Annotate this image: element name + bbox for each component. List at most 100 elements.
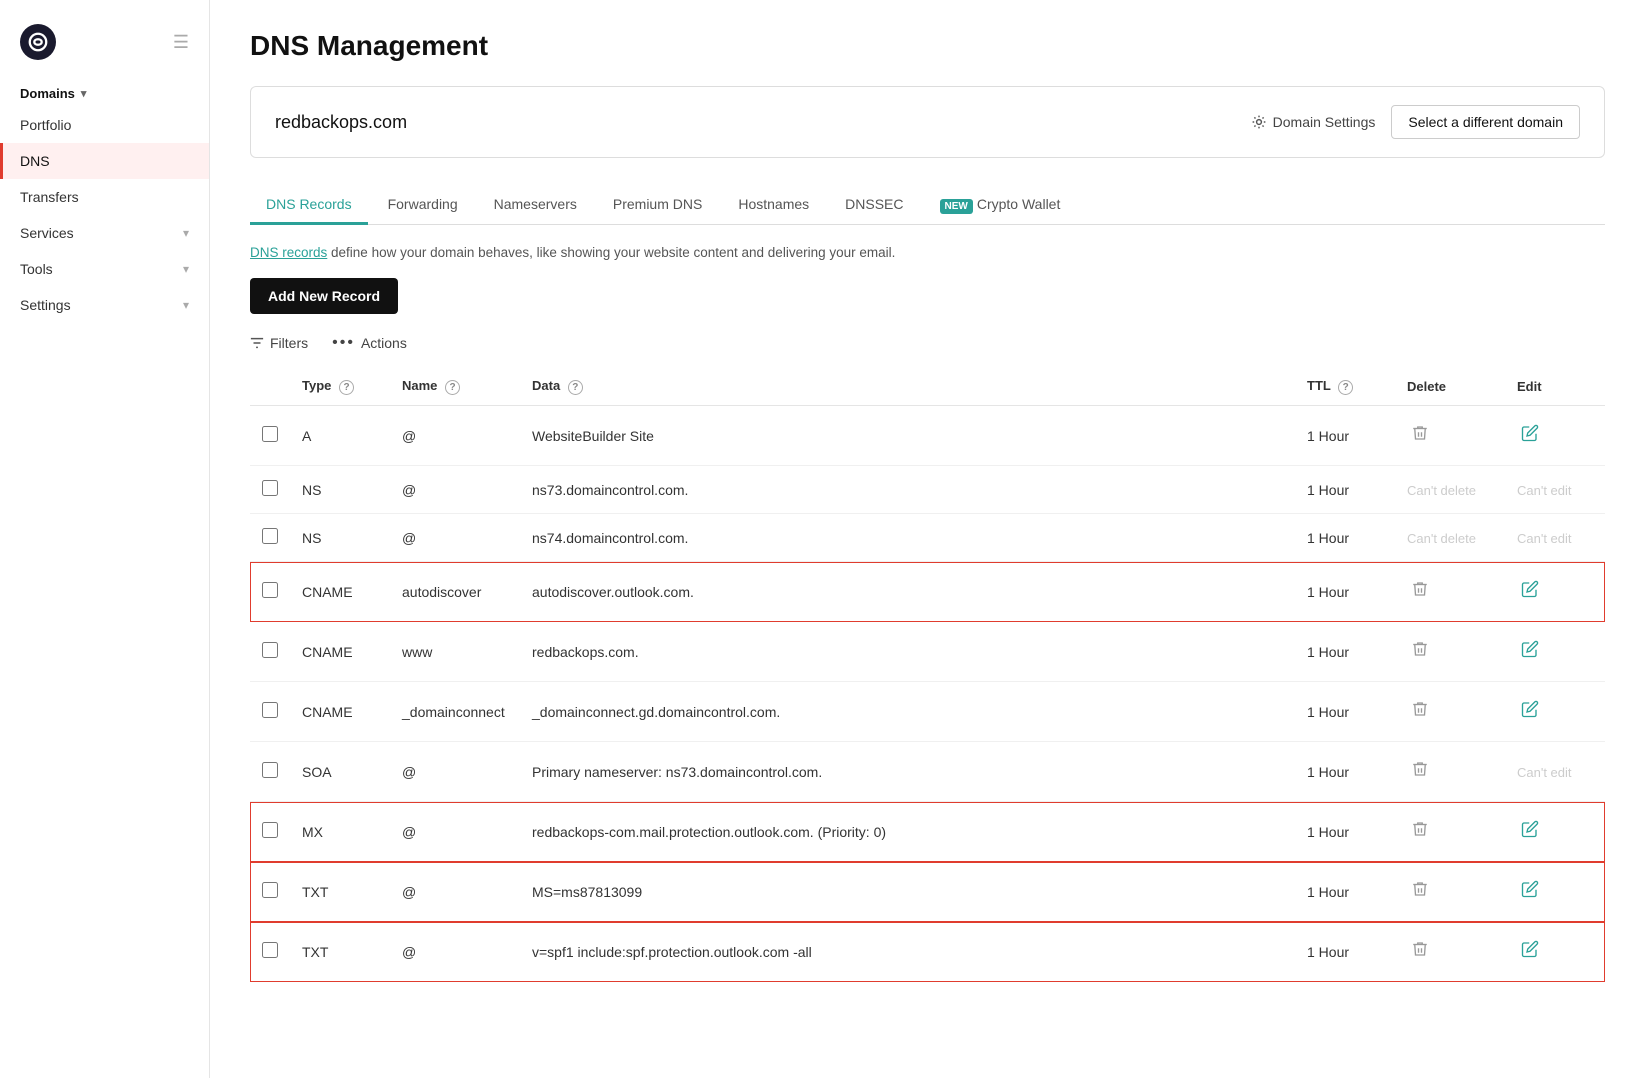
actions-dots-icon: ••• [332,334,355,352]
delete-button[interactable] [1407,816,1433,847]
row-checkbox[interactable] [262,642,278,658]
row-checkbox[interactable] [262,822,278,838]
settings-chevron-icon: ▾ [183,298,189,312]
cell-data: autodiscover.outlook.com. [520,562,1295,622]
cell-ttl: 1 Hour [1295,466,1395,514]
cell-data: MS=ms87813099 [520,862,1295,922]
row-checkbox[interactable] [262,480,278,496]
cell-name: _domainconnect [390,682,520,742]
cell-data: v=spf1 include:spf.protection.outlook.co… [520,922,1295,982]
cell-ttl: 1 Hour [1295,682,1395,742]
filters-bar: Filters ••• Actions [250,334,1605,352]
cell-data: redbackops.com. [520,622,1295,682]
sidebar: ☰ Domains ▾ Portfolio DNS Transfers Serv… [0,0,210,1078]
tab-nameservers[interactable]: Nameservers [478,186,593,225]
edit-button[interactable] [1517,876,1543,907]
table-header-row: Type ? Name ? Data ? TTL ? Delete Edit [250,368,1605,406]
delete-button[interactable] [1407,420,1433,451]
row-checkbox[interactable] [262,528,278,544]
cell-type: TXT [290,922,390,982]
th-ttl: TTL ? [1295,368,1395,406]
domain-name: redbackops.com [275,112,407,133]
cell-ttl: 1 Hour [1295,622,1395,682]
tab-label: Forwarding [388,196,458,212]
cell-delete [1395,922,1505,982]
cell-delete [1395,862,1505,922]
sidebar-item-dns[interactable]: DNS [0,143,209,179]
cell-name: @ [390,922,520,982]
row-checkbox[interactable] [262,762,278,778]
tab-crypto-wallet[interactable]: NEWCrypto Wallet [924,186,1077,225]
delete-button[interactable] [1407,696,1433,727]
delete-button[interactable] [1407,576,1433,607]
type-help-icon[interactable]: ? [339,380,354,395]
sidebar-item-services[interactable]: Services ▾ [0,215,209,251]
cant-edit-label: Can't edit [1517,483,1572,498]
sidebar-collapse-icon[interactable]: ☰ [173,32,189,53]
th-edit: Edit [1505,368,1605,406]
tab-label: Premium DNS [613,196,702,212]
cell-name: @ [390,802,520,862]
cell-type: SOA [290,742,390,802]
edit-button[interactable] [1517,936,1543,967]
delete-button[interactable] [1407,756,1433,787]
cant-delete-label: Can't delete [1407,483,1476,498]
delete-button[interactable] [1407,936,1433,967]
edit-button[interactable] [1517,636,1543,667]
th-name: Name ? [390,368,520,406]
services-chevron-icon: ▾ [183,226,189,240]
table-row: TXT@v=spf1 include:spf.protection.outloo… [250,922,1605,982]
data-help-icon[interactable]: ? [568,380,583,395]
add-new-record-button[interactable]: Add New Record [250,278,398,314]
tab-forwarding[interactable]: Forwarding [372,186,474,225]
cell-data: redbackops-com.mail.protection.outlook.c… [520,802,1295,862]
cell-name: @ [390,406,520,466]
tab-hostnames[interactable]: Hostnames [722,186,825,225]
row-checkbox[interactable] [262,582,278,598]
cell-data: ns73.domaincontrol.com. [520,466,1295,514]
edit-button[interactable] [1517,696,1543,727]
table-row: CNAMEautodiscoverautodiscover.outlook.co… [250,562,1605,622]
row-checkbox[interactable] [262,882,278,898]
filters-button[interactable]: Filters [250,335,308,351]
tab-premium-dns[interactable]: Premium DNS [597,186,718,225]
cell-data: Primary nameserver: ns73.domaincontrol.c… [520,742,1295,802]
delete-button[interactable] [1407,876,1433,907]
row-checkbox[interactable] [262,702,278,718]
dns-records-link[interactable]: DNS records [250,245,327,260]
delete-button[interactable] [1407,636,1433,667]
actions-button[interactable]: ••• Actions [332,334,407,352]
sidebar-section-domains[interactable]: Domains ▾ [0,80,209,107]
sidebar-item-tools[interactable]: Tools ▾ [0,251,209,287]
sidebar-item-transfers[interactable]: Transfers [0,179,209,215]
th-delete: Delete [1395,368,1505,406]
tab-label: Hostnames [738,196,809,212]
tab-dnssec[interactable]: DNSSEC [829,186,919,225]
ttl-help-icon[interactable]: ? [1338,380,1353,395]
cell-type: TXT [290,862,390,922]
filter-icon [250,336,264,350]
cell-delete [1395,802,1505,862]
cell-type: MX [290,802,390,862]
edit-button[interactable] [1517,420,1543,451]
cant-edit-label: Can't edit [1517,765,1572,780]
row-checkbox[interactable] [262,426,278,442]
tab-label: DNSSEC [845,196,903,212]
cell-edit: Can't edit [1505,514,1605,562]
select-domain-button[interactable]: Select a different domain [1391,105,1580,139]
cell-data: _domainconnect.gd.domaincontrol.com. [520,682,1295,742]
edit-button[interactable] [1517,576,1543,607]
table-row: SOA@Primary nameserver: ns73.domaincontr… [250,742,1605,802]
edit-button[interactable] [1517,816,1543,847]
sidebar-item-settings[interactable]: Settings ▾ [0,287,209,323]
tab-dns-records[interactable]: DNS Records [250,186,368,225]
domain-settings-link[interactable]: Domain Settings [1251,114,1376,130]
sidebar-item-portfolio[interactable]: Portfolio [0,107,209,143]
tab-label: DNS Records [266,196,352,212]
row-checkbox[interactable] [262,942,278,958]
cell-name: @ [390,466,520,514]
name-help-icon[interactable]: ? [445,380,460,395]
cell-type: NS [290,514,390,562]
cell-name: www [390,622,520,682]
tab-label: Crypto Wallet [977,196,1061,212]
